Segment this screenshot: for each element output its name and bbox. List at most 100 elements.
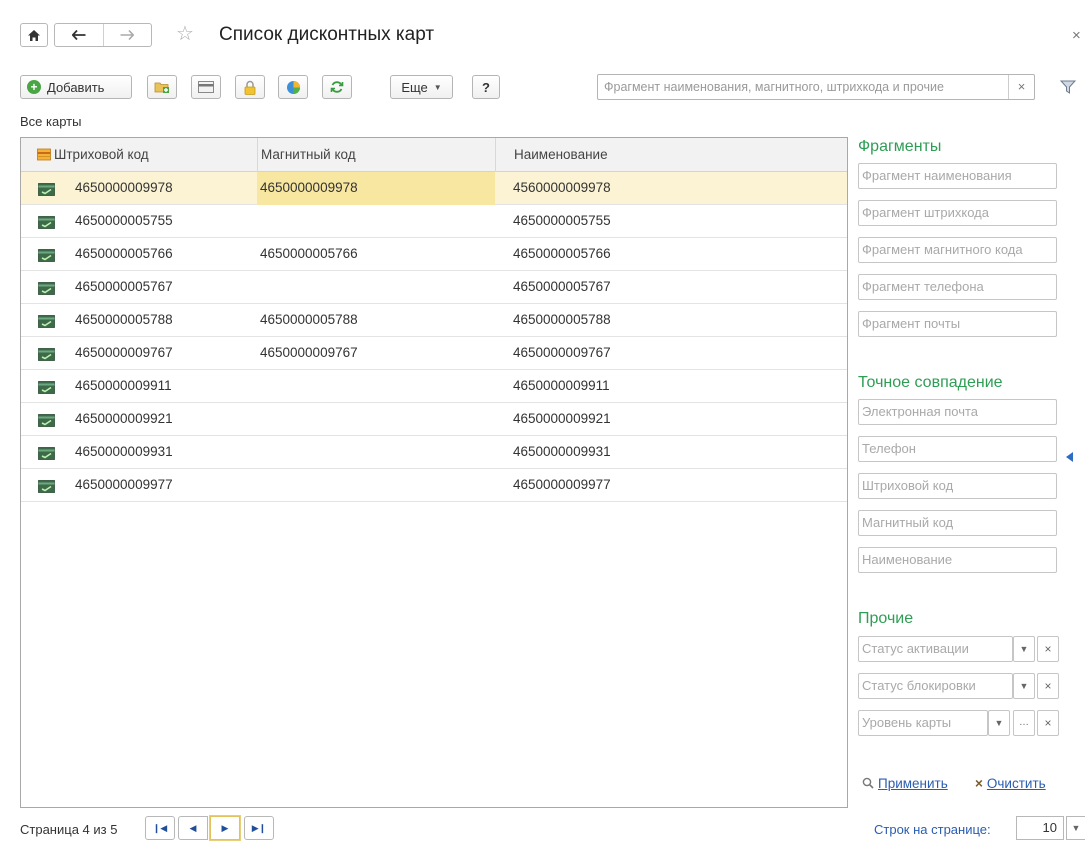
block-status-select[interactable]: Статус блокировки	[858, 673, 1013, 699]
name-cell: 4650000005788	[513, 312, 611, 327]
refresh-icon	[330, 81, 344, 93]
exact-magnetic-field[interactable]: Магнитный код	[858, 510, 1057, 536]
discount-card-icon	[38, 414, 55, 427]
fragment-phone-field[interactable]: Фрагмент телефона	[858, 274, 1057, 300]
home-button[interactable]	[20, 23, 48, 47]
clear-icon[interactable]: ×	[1037, 636, 1059, 662]
help-button[interactable]: ?	[472, 75, 500, 99]
magnetic-cell	[257, 205, 495, 238]
column-header-magnetic[interactable]: Магнитный код	[257, 138, 495, 172]
name-cell: 4650000005766	[513, 246, 611, 261]
chevron-down-icon[interactable]: ▼	[1013, 636, 1035, 662]
add-button[interactable]: + Добавить	[20, 75, 132, 99]
column-header-name[interactable]: Наименование	[495, 138, 847, 172]
exact-email-field[interactable]: Электронная почта	[858, 399, 1057, 425]
table-row[interactable]: 4650000005755 4650000005755	[21, 205, 847, 238]
section-title-exact: Точное совпадение	[858, 374, 1003, 391]
name-cell: 4650000009931	[513, 444, 611, 459]
table-row[interactable]: 4650000005766 4650000005766 4650000005766	[21, 238, 847, 271]
apply-label: Применить	[878, 776, 948, 791]
table-row[interactable]: 4650000009978 4650000009978 4560000009978	[21, 172, 847, 205]
search-clear-icon[interactable]: ×	[1008, 75, 1034, 99]
exact-phone-field[interactable]: Телефон	[858, 436, 1057, 462]
add-button-label: Добавить	[47, 79, 105, 95]
clear-link[interactable]: × Очистить	[975, 776, 1046, 791]
apply-link[interactable]: Применить	[862, 776, 948, 791]
card-level-select[interactable]: Уровень карты	[858, 710, 988, 736]
card-stack-icon	[37, 148, 51, 161]
name-cell: 4650000009921	[513, 411, 611, 426]
table-row[interactable]: 4650000009977 4650000009977	[21, 469, 847, 502]
barcode-cell: 4650000009911	[75, 378, 172, 393]
clear-icon[interactable]: ×	[1037, 673, 1059, 699]
discount-card-icon	[38, 183, 55, 196]
table-row[interactable]: 4650000005788 4650000005788 4650000005788	[21, 304, 847, 337]
chevron-down-icon[interactable]: ▼	[988, 710, 1010, 736]
activation-status-select[interactable]: Статус активации	[858, 636, 1013, 662]
table-row[interactable]: 4650000009767 4650000009767 4650000009767	[21, 337, 847, 370]
rows-per-page-input[interactable]: 10	[1016, 816, 1064, 840]
barcode-cell: 4650000005788	[75, 312, 173, 327]
page-title: Список дисконтных карт	[219, 24, 435, 45]
column-header-label: Наименование	[514, 147, 608, 162]
discount-cards-window: ☆ Список дисконтных карт × + Добавить Ещ…	[0, 0, 1085, 845]
page-info: Страница 4 из 5	[20, 822, 118, 837]
close-icon[interactable]: ×	[1072, 27, 1081, 44]
filter-funnel-icon[interactable]	[1060, 79, 1076, 95]
name-cell: 4650000009977	[513, 477, 611, 492]
column-header-label: Магнитный код	[261, 147, 356, 162]
fragment-name-field[interactable]: Фрагмент наименования	[858, 163, 1057, 189]
fragment-magnetic-field[interactable]: Фрагмент магнитного кода	[858, 237, 1057, 263]
barcode-cell: 4650000009977	[75, 477, 173, 492]
section-title-other: Прочие	[858, 610, 914, 627]
forward-button[interactable]	[102, 24, 152, 46]
chevron-down-icon[interactable]: ▼	[1013, 673, 1035, 699]
lock-button[interactable]	[235, 75, 265, 99]
refresh-button[interactable]	[322, 75, 352, 99]
table-header: Штриховой код Магнитный код Наименование	[21, 138, 847, 172]
next-page-button[interactable]: ▶	[209, 815, 241, 841]
favorite-star-icon[interactable]: ☆	[176, 23, 194, 45]
card-button[interactable]	[191, 75, 221, 99]
chevron-down-icon[interactable]: ▼	[1066, 816, 1085, 840]
home-icon	[28, 29, 40, 41]
lock-icon	[244, 80, 256, 95]
clear-icon[interactable]: ×	[1037, 710, 1059, 736]
search-box: ×	[597, 74, 1035, 100]
magnetic-cell	[257, 436, 495, 469]
magnifier-icon	[862, 777, 874, 789]
table-row[interactable]: 4650000009911 4650000009911	[21, 370, 847, 403]
toolbar: + Добавить Еще ▼ ? ×	[0, 72, 1085, 102]
magnetic-cell: 4650000005788	[260, 312, 358, 327]
back-button[interactable]	[55, 24, 103, 46]
name-cell: 4650000005767	[513, 279, 611, 294]
exact-name-field[interactable]: Наименование	[858, 547, 1057, 573]
magnetic-cell: 4650000005766	[260, 246, 358, 261]
barcode-cell: 4650000009767	[75, 345, 173, 360]
magnetic-cell	[257, 271, 495, 304]
table-row[interactable]: 4650000005767 4650000005767	[21, 271, 847, 304]
rows-per-page-label: Строк на странице:	[874, 822, 991, 837]
exact-barcode-field[interactable]: Штриховой код	[858, 473, 1057, 499]
column-header-barcode[interactable]: Штриховой код	[37, 138, 257, 172]
table-row[interactable]: 4650000009931 4650000009931	[21, 436, 847, 469]
prev-page-button[interactable]: ◀	[178, 816, 208, 840]
report-button[interactable]	[278, 75, 308, 99]
fragment-barcode-field[interactable]: Фрагмент штрихкода	[858, 200, 1057, 226]
last-page-icon: ▶❙	[251, 823, 267, 833]
fragment-email-field[interactable]: Фрагмент почты	[858, 311, 1057, 337]
collapse-panel-icon[interactable]	[1066, 452, 1073, 462]
discount-card-icon	[38, 249, 55, 262]
cards-table: Штриховой код Магнитный код Наименование…	[20, 137, 848, 808]
search-input[interactable]	[598, 75, 1006, 99]
discount-card-icon	[38, 216, 55, 229]
title-bar: ☆ Список дисконтных карт ×	[0, 0, 1085, 60]
last-page-button[interactable]: ▶❙	[244, 816, 274, 840]
barcode-cell: 4650000005766	[75, 246, 173, 261]
first-page-button[interactable]: ❙◀	[145, 816, 175, 840]
create-group-button[interactable]	[147, 75, 177, 99]
more-menu-button[interactable]: Еще ▼	[390, 75, 453, 99]
barcode-cell: 4650000009931	[75, 444, 173, 459]
ellipsis-icon[interactable]: …	[1013, 710, 1035, 736]
table-row[interactable]: 4650000009921 4650000009921	[21, 403, 847, 436]
